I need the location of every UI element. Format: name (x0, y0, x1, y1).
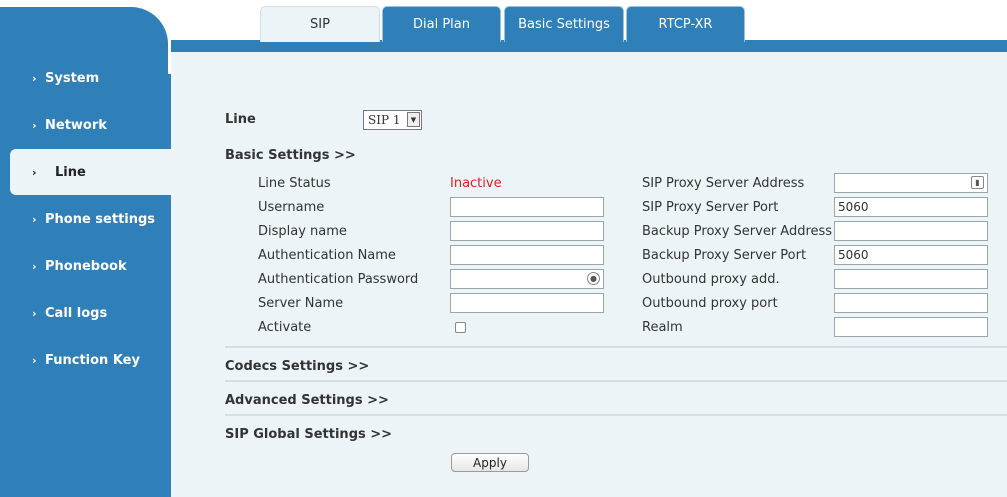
chevron-right-icon: › (32, 259, 37, 273)
section-codecs-settings[interactable]: Codecs Settings >> (225, 359, 369, 374)
divider (225, 346, 1007, 348)
divider (225, 380, 1007, 382)
display-name-label: Display name (258, 224, 347, 239)
proxy-port-input[interactable]: 5060 (834, 197, 988, 217)
sidebar-item-call-logs[interactable]: › Call logs (0, 294, 171, 332)
section-sip-global-settings[interactable]: SIP Global Settings >> (225, 427, 392, 442)
username-input[interactable] (450, 197, 604, 217)
proxy-address-label: SIP Proxy Server Address (642, 176, 805, 191)
activate-label: Activate (258, 320, 312, 335)
line-select-value: SIP 1 (368, 113, 401, 127)
outbound-add-input[interactable] (834, 269, 988, 289)
sidebar-item-line[interactable]: › Line (10, 149, 171, 195)
auth-name-label: Authentication Name (258, 248, 396, 263)
sidebar-item-label: Phonebook (45, 258, 127, 274)
chevron-right-icon: › (32, 118, 37, 132)
backup-address-label: Backup Proxy Server Address (642, 224, 833, 239)
line-status-label: Line Status (258, 176, 331, 191)
proxy-port-label: SIP Proxy Server Port (642, 200, 779, 215)
sidebar-item-label: System (45, 70, 100, 86)
chevron-right-icon: › (32, 165, 37, 179)
chevron-right-icon: › (32, 71, 37, 85)
backup-port-input[interactable]: 5060 (834, 245, 988, 265)
section-basic-settings[interactable]: Basic Settings >> (225, 148, 356, 163)
chevron-right-icon: › (32, 212, 37, 226)
outbound-add-label: Outbound proxy add. (642, 272, 780, 287)
contact-card-icon[interactable]: ▮ (971, 176, 984, 189)
apply-button[interactable]: Apply (451, 453, 529, 472)
sidebar-cap (0, 0, 175, 74)
key-icon[interactable]: ● (587, 272, 600, 285)
sidebar-item-phonebook[interactable]: › Phonebook (0, 247, 171, 285)
sidebar-item-label: Line (55, 164, 86, 180)
sidebar-item-function-key[interactable]: › Function Key (0, 341, 171, 379)
backup-port-label: Backup Proxy Server Port (642, 248, 807, 263)
chevron-right-icon: › (32, 306, 37, 320)
tab-rtcp-xr[interactable]: RTCP-XR (626, 6, 745, 42)
backup-address-input[interactable] (834, 221, 988, 241)
sidebar-item-label: Network (45, 117, 107, 133)
server-name-label: Server Name (258, 296, 344, 311)
tab-sip[interactable]: SIP (260, 6, 380, 42)
sidebar-item-network[interactable]: › Network (0, 106, 171, 144)
sidebar-item-phone-settings[interactable]: › Phone settings (0, 200, 171, 238)
auth-password-input[interactable]: ● (450, 269, 604, 289)
sidebar-item-label: Function Key (45, 352, 140, 368)
realm-label: Realm (642, 320, 683, 335)
sidebar-item-label: Phone settings (45, 211, 156, 227)
outbound-port-input[interactable] (834, 293, 988, 313)
section-advanced-settings[interactable]: Advanced Settings >> (225, 393, 389, 408)
line-label: Line (225, 112, 256, 127)
proxy-port-value: 5060 (838, 200, 869, 214)
tab-dial-plan[interactable]: Dial Plan (382, 6, 501, 42)
sidebar-item-label: Call logs (45, 305, 108, 321)
server-name-input[interactable] (450, 293, 604, 313)
auth-password-label: Authentication Password (258, 272, 419, 287)
chevron-down-icon: ▼ (407, 112, 420, 127)
tab-basic-settings[interactable]: Basic Settings (504, 6, 624, 42)
chevron-right-icon: › (32, 353, 37, 367)
divider (225, 414, 1007, 416)
realm-input[interactable] (834, 317, 988, 337)
auth-name-input[interactable] (450, 245, 604, 265)
display-name-input[interactable] (450, 221, 604, 241)
proxy-address-input[interactable]: ▮ (834, 173, 988, 193)
line-status-value: Inactive (450, 176, 502, 191)
username-label: Username (258, 200, 325, 215)
sidebar-item-system[interactable]: › System (0, 59, 171, 97)
activate-checkbox[interactable] (455, 322, 466, 333)
line-select[interactable]: SIP 1 ▼ (363, 110, 422, 130)
outbound-port-label: Outbound proxy port (642, 296, 778, 311)
backup-port-value: 5060 (838, 248, 869, 262)
